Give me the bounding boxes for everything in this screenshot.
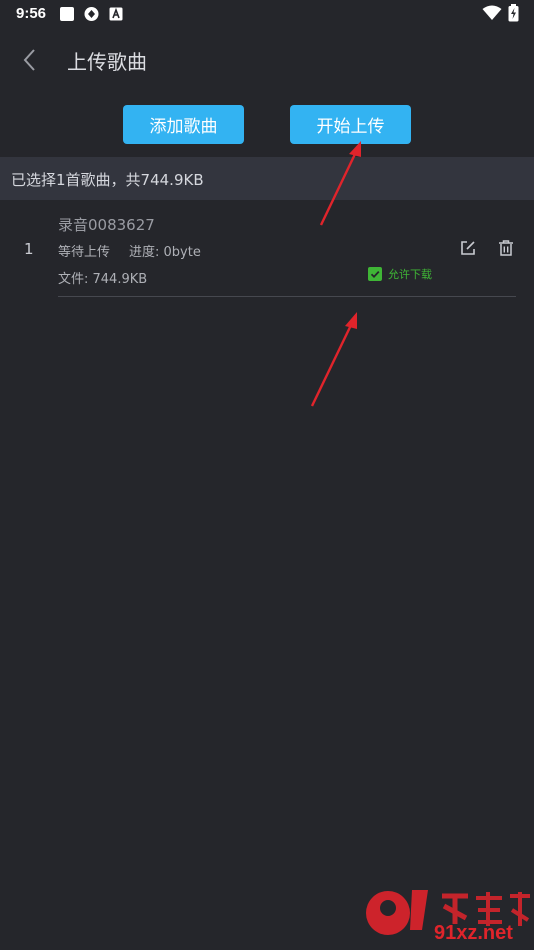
arrow-to-item-icon (310, 312, 357, 407)
battery-charging-icon (508, 4, 519, 26)
watermark-text: 91xz.net (434, 922, 513, 944)
checkbox-checked-icon[interactable] (368, 267, 382, 281)
status-bar: 9:56 (0, 0, 534, 28)
selection-summary-text: 已选择1首歌曲，共744.9KB (11, 171, 204, 189)
delete-button[interactable] (497, 239, 515, 257)
font-a-icon (109, 6, 123, 25)
item-divider (58, 296, 516, 297)
app-logo-icon (83, 6, 100, 26)
song-upload-progress: 进度: 0byte (129, 245, 201, 260)
allow-download-toggle[interactable]: 允许下载 (368, 266, 432, 282)
header: 上传歌曲 (0, 36, 534, 84)
edit-icon (461, 241, 475, 255)
annotation-arrows (310, 141, 361, 407)
wifi-icon (482, 5, 502, 25)
allow-download-label: 允许下载 (388, 268, 432, 281)
notification-square-icon (59, 6, 75, 26)
song-name: 录音0083627 (58, 216, 155, 234)
start-upload-button[interactable]: 开始上传 (290, 105, 411, 144)
back-chevron-icon (23, 49, 35, 71)
add-song-button[interactable]: 添加歌曲 (123, 105, 244, 144)
back-button[interactable] (14, 44, 46, 76)
trash-icon (499, 240, 513, 256)
song-index: 1 (24, 240, 34, 258)
song-upload-status: 等待上传 (58, 245, 111, 260)
page-title: 上传歌曲 (67, 50, 147, 74)
edit-button[interactable] (459, 239, 477, 257)
status-time: 9:56 (16, 5, 47, 22)
song-file-size: 文件: 744.9KB (58, 272, 148, 287)
selection-summary-bar: 已选择1首歌曲，共744.9KB (0, 157, 534, 200)
